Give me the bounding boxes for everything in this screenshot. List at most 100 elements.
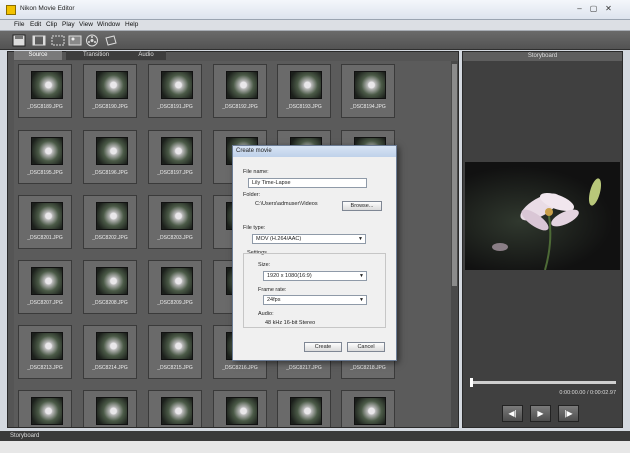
thumbnail-item[interactable]: _DSC8201.JPG — [18, 195, 72, 249]
thumbnail-item[interactable] — [148, 390, 202, 427]
thumbnail-caption: _DSC8208.JPG — [92, 300, 128, 306]
thumbnail-image — [290, 71, 322, 99]
tab-source[interactable]: Source — [14, 51, 62, 60]
film-reel-icon[interactable] — [85, 34, 99, 47]
thumbnail-image — [161, 137, 193, 165]
thumbnail-caption: _DSC8196.JPG — [92, 170, 128, 176]
thumbnail-item[interactable]: _DSC8193.JPG — [277, 64, 331, 118]
thumbnail-image — [161, 202, 193, 230]
thumbnail-caption: _DSC8197.JPG — [157, 170, 193, 176]
thumbnail-caption: _DSC8207.JPG — [27, 300, 63, 306]
thumbnail-caption: _DSC8193.JPG — [286, 104, 322, 110]
dialog-title: Create movie — [233, 146, 396, 157]
thumbnail-item[interactable]: _DSC8215.JPG — [148, 325, 202, 379]
thumbnail-item[interactable] — [277, 390, 331, 427]
playback-scrubber[interactable] — [470, 378, 473, 387]
previous-button[interactable]: ◀| — [502, 405, 523, 422]
size-select[interactable]: 1920 x 1080(16:9) ▼ — [263, 271, 367, 281]
tab-transition[interactable]: Transition — [66, 51, 126, 60]
tab-audio[interactable]: Audio — [126, 51, 166, 60]
maximize-button[interactable]: ▢ — [588, 4, 599, 14]
browse-button[interactable]: Browse... — [342, 201, 382, 211]
thumbnail-caption: _DSC8214.JPG — [92, 365, 128, 371]
title-bar: Nikon Movie Editor – ▢ ✕ — [0, 0, 630, 20]
thumbnail-caption: _DSC8203.JPG — [157, 235, 193, 241]
export-icon[interactable] — [104, 34, 118, 47]
menu-play[interactable]: Play — [62, 21, 75, 28]
minimize-button[interactable]: – — [574, 4, 585, 14]
thumbnail-image — [31, 137, 63, 165]
thumbnail-item[interactable] — [18, 390, 72, 427]
thumbnail-image — [31, 202, 63, 230]
image-icon[interactable] — [68, 34, 82, 47]
next-button[interactable]: |▶ — [558, 405, 579, 422]
thumbnail-item[interactable] — [341, 390, 395, 427]
thumbnail-item[interactable]: _DSC8195.JPG — [18, 130, 72, 184]
bottom-strip — [0, 441, 630, 453]
folder-label: Folder: — [243, 192, 261, 198]
menu-file[interactable]: File — [14, 21, 24, 28]
thumbnail-item[interactable]: _DSC8207.JPG — [18, 260, 72, 314]
status-bar: Storyboard — [0, 431, 630, 441]
menu-help[interactable]: Help — [125, 21, 138, 28]
window-title: Nikon Movie Editor — [20, 5, 75, 12]
thumbnail-image — [226, 71, 258, 99]
close-button[interactable]: ✕ — [603, 4, 614, 14]
thumbnail-item[interactable]: _DSC8209.JPG — [148, 260, 202, 314]
menu-edit[interactable]: Edit — [30, 21, 41, 28]
file-type-label: File type: — [243, 225, 266, 231]
thumbnail-image — [31, 397, 63, 425]
thumbnail-caption: _DSC8195.JPG — [27, 170, 63, 176]
add-clip-icon[interactable] — [32, 34, 46, 47]
toolbar — [0, 31, 630, 50]
save-icon[interactable] — [12, 34, 26, 47]
thumbnail-item[interactable]: _DSC8192.JPG — [213, 64, 267, 118]
thumbnail-image — [226, 397, 258, 425]
playback-progress[interactable] — [470, 381, 616, 384]
play-button[interactable]: ▶ — [530, 405, 551, 422]
file-type-value: MOV (H.264/AAC) — [256, 236, 302, 242]
app-icon — [6, 5, 16, 15]
thumbnail-item[interactable]: _DSC8202.JPG — [83, 195, 137, 249]
file-type-select[interactable]: MOV (H.264/AAC) ▼ — [252, 234, 366, 244]
thumbnail-item[interactable]: _DSC8214.JPG — [83, 325, 137, 379]
thumbnail-caption: _DSC8213.JPG — [27, 365, 63, 371]
chevron-down-icon: ▼ — [359, 273, 364, 279]
create-button[interactable]: Create — [304, 342, 342, 352]
thumbnail-image — [161, 332, 193, 360]
thumbnail-image — [161, 397, 193, 425]
add-still-icon[interactable] — [51, 34, 65, 47]
thumbnail-item[interactable]: _DSC8197.JPG — [148, 130, 202, 184]
thumbnail-item[interactable]: _DSC8203.JPG — [148, 195, 202, 249]
thumbnail-item[interactable]: _DSC8190.JPG — [83, 64, 137, 118]
thumbnail-item[interactable]: _DSC8194.JPG — [341, 64, 395, 118]
thumbnail-item[interactable]: _DSC8191.JPG — [148, 64, 202, 118]
thumbnail-image — [96, 267, 128, 295]
thumbnail-item[interactable]: _DSC8213.JPG — [18, 325, 72, 379]
menu-view[interactable]: View — [79, 21, 93, 28]
menu-clip[interactable]: Clip — [46, 21, 57, 28]
thumbnail-image — [96, 137, 128, 165]
menu-window[interactable]: Window — [97, 21, 120, 28]
timecode: 0:00:00.00 / 0:00:02.97 — [559, 390, 616, 396]
thumbnail-item[interactable] — [83, 390, 137, 427]
frame-rate-value: 24fps — [267, 297, 281, 303]
thumbnail-image — [96, 332, 128, 360]
storyboard-header: Storyboard — [463, 52, 622, 61]
scrollbar-thumb[interactable] — [452, 64, 457, 286]
preview-image — [465, 162, 620, 270]
thumbnail-item[interactable]: _DSC8189.JPG — [18, 64, 72, 118]
thumbnail-image — [290, 397, 322, 425]
thumbnail-item[interactable]: _DSC8196.JPG — [83, 130, 137, 184]
thumbnail-image — [96, 71, 128, 99]
frame-rate-select[interactable]: 24fps ▼ — [263, 295, 367, 305]
create-movie-dialog: Create movie File name: Lily Time-Lapse … — [232, 145, 397, 361]
file-name-input[interactable]: Lily Time-Lapse — [248, 178, 367, 188]
thumbnail-image — [354, 71, 386, 99]
thumbnail-caption: _DSC8215.JPG — [157, 365, 193, 371]
thumbnail-caption: _DSC8216.JPG — [222, 365, 258, 371]
thumbnail-item[interactable]: _DSC8208.JPG — [83, 260, 137, 314]
thumbnail-item[interactable] — [213, 390, 267, 427]
chevron-down-icon: ▼ — [359, 297, 364, 303]
cancel-button[interactable]: Cancel — [347, 342, 385, 352]
